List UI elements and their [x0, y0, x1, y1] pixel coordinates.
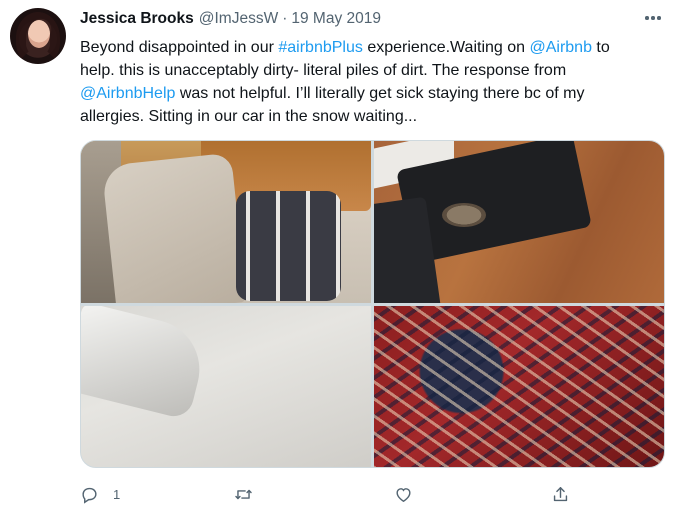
tweet-card: Jessica Brooks @ImJessW · 19 May 2019 Be…: [0, 0, 680, 513]
like-button[interactable]: [394, 482, 413, 506]
action-bar: 1: [80, 482, 665, 506]
retweet-icon: [235, 489, 252, 499]
tweet-text-segment: help. this is unacceptably dirty- litera…: [80, 62, 567, 79]
tweet-text-segment: was not helpful. I’ll literally get sick…: [175, 85, 585, 102]
tweet-text-line: allergies. Sitting in our car in the sno…: [80, 105, 670, 128]
share-button[interactable]: [551, 482, 570, 506]
tweet-text-segment: allergies. Sitting in our car in the sno…: [80, 108, 418, 125]
tweet-text: Beyond disappointed in our #airbnbPlus e…: [80, 36, 670, 128]
avatar[interactable]: [10, 8, 66, 64]
reply-count: 1: [113, 486, 121, 502]
tweet-text-line: @AirbnbHelp was not helpful. I’ll litera…: [80, 82, 670, 105]
avatar-face: [28, 20, 50, 48]
author-handle[interactable]: @ImJessW: [199, 10, 278, 28]
photo-bed-pillows[interactable]: [81, 141, 371, 303]
tweet-text-line: Beyond disappointed in our #airbnbPlus e…: [80, 36, 670, 59]
separator-dot: ·: [282, 10, 288, 27]
tweet-text-segment: Beyond disappointed in our: [80, 39, 279, 56]
tweet-date[interactable]: 19 May 2019: [291, 10, 381, 28]
reply-icon: [82, 487, 97, 504]
share-icon: [553, 486, 568, 501]
photo-sheets[interactable]: [81, 306, 371, 467]
tweet-text-line: help. this is unacceptably dirty- litera…: [80, 59, 670, 82]
photo-rug[interactable]: [374, 306, 664, 467]
media-grid: [80, 140, 665, 468]
author-name[interactable]: Jessica Brooks: [80, 10, 194, 28]
more-horizontal-icon[interactable]: [641, 6, 665, 30]
photo-dirt-on-mat[interactable]: [374, 141, 664, 303]
tweet-text-segment: to: [591, 39, 610, 56]
reply-button[interactable]: 1: [80, 482, 120, 506]
heart-icon: [396, 487, 411, 502]
mention-link[interactable]: @AirbnbHelp: [80, 85, 175, 102]
retweet-button[interactable]: [234, 482, 253, 506]
mention-link[interactable]: @Airbnb: [529, 39, 592, 56]
tweet-header: Jessica Brooks @ImJessW · 19 May 2019: [80, 10, 381, 30]
hashtag-link[interactable]: #airbnbPlus: [278, 39, 363, 56]
tweet-text-segment: experience.Waiting on: [362, 39, 530, 56]
